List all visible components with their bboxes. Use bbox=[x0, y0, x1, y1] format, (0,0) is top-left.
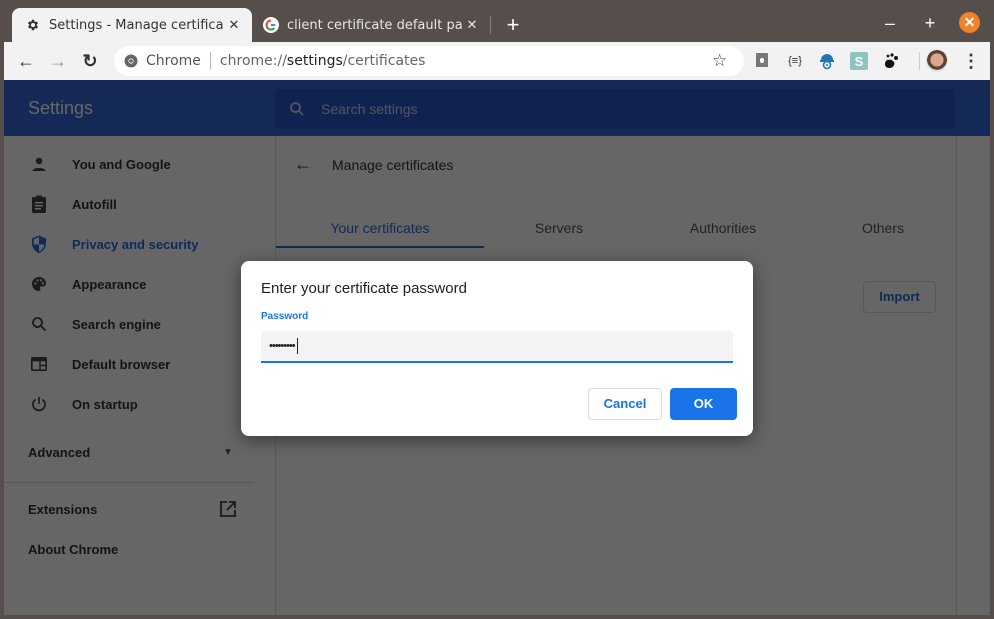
address-bar[interactable]: Chrome chrome://settings/certificates bbox=[114, 46, 744, 76]
minimize-button[interactable]: – bbox=[879, 12, 901, 34]
reload-button[interactable]: ↻ bbox=[79, 50, 101, 72]
tab-settings[interactable]: Settings - Manage certificates ✕ bbox=[12, 8, 252, 42]
toolbar-separator bbox=[919, 52, 920, 70]
spy-icon[interactable] bbox=[818, 52, 836, 70]
ghostery-icon[interactable] bbox=[753, 52, 771, 70]
gear-icon bbox=[25, 17, 41, 33]
password-value: ••••••••• bbox=[269, 340, 296, 352]
gnome-icon[interactable] bbox=[882, 52, 900, 70]
tab-close-button[interactable]: ✕ bbox=[224, 18, 244, 33]
s-extension-icon[interactable]: S bbox=[850, 52, 868, 70]
maximize-button[interactable]: + bbox=[919, 12, 941, 34]
window-close-button[interactable]: ✕ bbox=[959, 12, 980, 33]
browser-titlebar: Settings - Manage certificates ✕ client … bbox=[0, 0, 994, 42]
back-button[interactable]: ← bbox=[15, 50, 37, 72]
browser-menu-button[interactable]: ⋮ bbox=[962, 50, 980, 72]
tab-title: client certificate default passw bbox=[287, 17, 462, 33]
cancel-button[interactable]: Cancel bbox=[588, 388, 662, 420]
omnibox-chip: Chrome bbox=[146, 53, 201, 69]
tab-close-button[interactable]: ✕ bbox=[462, 18, 482, 33]
tab-separator bbox=[490, 16, 491, 34]
password-label: Password bbox=[261, 311, 309, 322]
profile-avatar[interactable] bbox=[926, 50, 948, 72]
certificate-password-dialog: Enter your certificate password Password… bbox=[241, 261, 753, 436]
omnibox-separator bbox=[209, 52, 211, 70]
chrome-icon bbox=[124, 54, 138, 68]
password-field[interactable]: ••••••••• bbox=[261, 331, 733, 363]
json-formatter-icon[interactable]: {≡} bbox=[786, 52, 804, 70]
forward-button[interactable]: → bbox=[47, 50, 69, 72]
ok-button[interactable]: OK bbox=[670, 388, 737, 420]
tab-google-search[interactable]: client certificate default passw ✕ bbox=[252, 8, 490, 42]
google-icon bbox=[263, 17, 279, 33]
bookmark-star-icon[interactable]: ☆ bbox=[712, 51, 727, 71]
new-tab-button[interactable]: + bbox=[502, 12, 524, 38]
dialog-title: Enter your certificate password bbox=[261, 280, 467, 297]
text-cursor bbox=[296, 338, 298, 354]
browser-toolbar: ← → ↻ Chrome chrome://settings/certifica… bbox=[4, 42, 990, 80]
tab-title: Settings - Manage certificates bbox=[49, 17, 224, 33]
url-text: chrome://settings/certificates bbox=[219, 53, 426, 69]
